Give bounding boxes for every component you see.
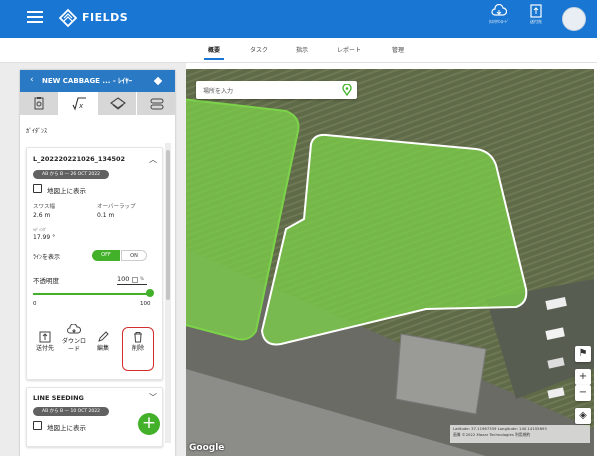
- opacity-spinner[interactable]: [132, 277, 138, 283]
- second-show-on-map-checkbox[interactable]: [33, 421, 42, 430]
- delete-label: 削除: [131, 345, 144, 352]
- pencil-icon: [98, 331, 109, 342]
- edit-button[interactable]: 編集: [91, 331, 115, 353]
- tool-prescription[interactable]: x: [59, 92, 97, 115]
- location-pin-icon[interactable]: [341, 84, 353, 96]
- tool-guidance[interactable]: [137, 92, 175, 115]
- soil-sample-icon: [34, 97, 44, 110]
- transfer-label: 送付先: [530, 19, 542, 24]
- second-layer-name: LINE SEEDING: [33, 394, 84, 402]
- second-date-badge: AB から B — 10 OCT 2022: [33, 407, 109, 416]
- transfer-button[interactable]: 送付先: [513, 4, 559, 24]
- cloud-download-icon: [67, 324, 81, 334]
- map-layers-icon[interactable]: ◈: [575, 408, 591, 424]
- chevron-up-icon[interactable]: ︿: [149, 154, 157, 165]
- app-name: FIELDS: [82, 11, 129, 24]
- toggle-on[interactable]: ON: [121, 250, 147, 261]
- heading-label: ﾍﾃﾞｨﾝｸﾞ: [33, 227, 47, 232]
- cloud-download-icon: [491, 4, 507, 16]
- svg-text:x: x: [78, 102, 84, 110]
- delete-button[interactable]: 削除: [126, 331, 150, 353]
- edit-label: 編集: [96, 345, 109, 352]
- tool-layers[interactable]: [98, 92, 136, 115]
- fields-logo-icon: [58, 8, 78, 28]
- tool-soil-sample[interactable]: [20, 92, 58, 115]
- download-label: ダウンロード: [61, 338, 86, 353]
- swath-label: スワス幅: [33, 204, 56, 210]
- zoom-out-button[interactable]: −: [575, 385, 591, 401]
- heading-value: 17.99 °: [33, 234, 56, 241]
- slider-min: 0: [33, 301, 37, 307]
- download-button[interactable]: ダウンロード: [61, 324, 87, 354]
- tab-instructions[interactable]: 指示: [296, 45, 308, 54]
- send-button[interactable]: 送付先: [33, 331, 57, 353]
- upload-box-icon: [530, 4, 542, 18]
- swath-value: 2.6 m: [33, 212, 51, 219]
- panel-scroll-thumb[interactable]: [166, 150, 170, 300]
- tab-overview[interactable]: 概要: [203, 45, 225, 60]
- tab-admin[interactable]: 管理: [392, 45, 404, 54]
- second-show-on-map-label: 地図上に表示: [47, 424, 86, 432]
- section-label: ｶﾞｲﾀﾞﾝｽ: [26, 128, 48, 135]
- add-button[interactable]: +: [138, 413, 160, 435]
- layer-panel: ‹ NEW CABBAGE ... - ﾚｲﾔｰ x ｶﾞｲﾀﾞﾝｽ L_202…: [20, 70, 175, 456]
- search-input[interactable]: 場所を入力: [203, 86, 233, 95]
- satellite-map[interactable]: 場所を入力 ⚑ + − ◈ Latitude: 37.11967339 Long…: [186, 69, 594, 456]
- top-app-bar: FIELDS ﾀｽｸﾀｳﾝﾛｰﾄﾞ 送付先: [0, 0, 597, 38]
- diamond-icon[interactable]: [153, 76, 163, 86]
- chevron-down-icon[interactable]: ﹀: [149, 392, 157, 403]
- guidance-icon: [150, 98, 164, 110]
- panel-header: ‹ NEW CABBAGE ... - ﾚｲﾔｰ: [20, 70, 175, 92]
- opacity-slider-handle[interactable]: [146, 289, 154, 297]
- send-label: 送付先: [35, 345, 54, 352]
- google-logo: Google: [189, 443, 225, 453]
- coordinate-readout: Latitude: 37.11967339 Longitude: 140.141…: [450, 425, 590, 443]
- flag-icon[interactable]: ⚑: [575, 346, 591, 362]
- map-imagery: [186, 69, 594, 456]
- overlap-label: オーバーラップ: [97, 204, 136, 210]
- show-on-map-checkbox[interactable]: [33, 184, 42, 193]
- layer-name: L_202220221026_134502: [33, 155, 126, 163]
- zoom-in-button[interactable]: +: [575, 369, 591, 385]
- tab-tasks[interactable]: タスク: [250, 45, 268, 54]
- nav-tabs: 概要 タスク 指示 レポート 管理: [0, 38, 597, 63]
- line-display-label: ﾗｲﾝを表示: [33, 254, 61, 261]
- upload-box-icon: [39, 331, 51, 343]
- location-search[interactable]: 場所を入力: [196, 81, 357, 99]
- layers-icon: [110, 97, 126, 110]
- panel-title: NEW CABBAGE ... - ﾚｲﾔｰ: [42, 77, 133, 85]
- date-badge: AB から B — 26 OCT 2022: [33, 170, 109, 179]
- task-download-label: ﾀｽｸﾀｳﾝﾛｰﾄﾞ: [489, 19, 509, 24]
- avatar[interactable]: [562, 7, 586, 31]
- opacity-label: 不透明度: [33, 277, 59, 285]
- panel-toolbar: x: [20, 92, 175, 115]
- opacity-slider[interactable]: [33, 293, 152, 295]
- trash-icon: [134, 332, 142, 343]
- back-chevron-icon[interactable]: ‹: [30, 75, 34, 85]
- show-on-map-label: 地図上に表示: [47, 187, 86, 195]
- menu-icon[interactable]: [27, 9, 43, 23]
- slider-max: 100: [140, 301, 151, 307]
- opacity-unit: %: [140, 276, 144, 281]
- prescription-icon: x: [72, 97, 86, 111]
- toggle-off[interactable]: OFF: [92, 250, 120, 261]
- overlap-value: 0.1 m: [97, 212, 115, 219]
- layer-card: L_202220221026_134502 ︿ AB から B — 26 OCT…: [26, 147, 163, 380]
- tab-reports[interactable]: レポート: [337, 45, 361, 54]
- copyright-text: 画像 ©2022 Maxar Technologies 利用規約: [453, 432, 531, 437]
